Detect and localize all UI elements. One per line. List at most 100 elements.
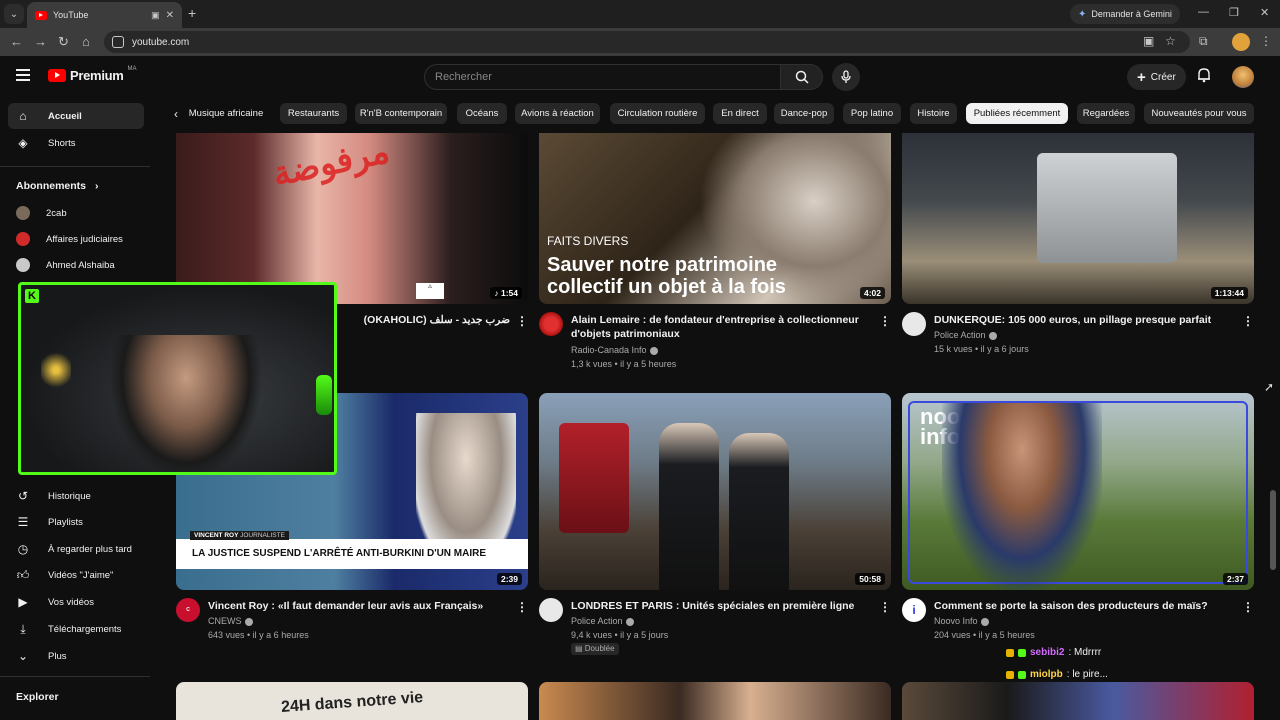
explore-header: Explorer: [16, 691, 59, 703]
notifications-bell-icon[interactable]: [1197, 67, 1211, 88]
thumbnail-officer: [729, 433, 789, 590]
video-duration: 4:02: [859, 287, 885, 299]
voice-search-button[interactable]: [832, 63, 860, 91]
sidebar-item-shorts[interactable]: ◈ Shorts: [8, 130, 144, 156]
youtube-favicon-icon: [35, 10, 47, 20]
browser-menu-icon[interactable]: ⋮: [1260, 34, 1272, 48]
channel-avatar: [16, 258, 30, 272]
channel-name[interactable]: Radio-Canada Info: [571, 343, 658, 357]
chip[interactable]: Avions à réaction: [515, 103, 600, 124]
sidebar-item-downloads[interactable]: ⤓ Téléchargements: [8, 616, 144, 642]
chip[interactable]: Nouveautés pour vous: [1144, 103, 1254, 124]
gemini-button[interactable]: ✦ Demander à Gemini: [1070, 4, 1180, 24]
menu-icon[interactable]: [16, 69, 30, 84]
video-title[interactable]: Comment se porte la saison des producteu…: [934, 599, 1234, 613]
banner-name: VINCENT ROY JOURNALISTE: [190, 531, 289, 540]
video-thumbnail[interactable]: FAITS DIVERS Sauver notre patrimoine col…: [539, 133, 891, 304]
chip[interactable]: Musique africaine: [184, 103, 268, 124]
video-thumbnail[interactable]: noovo info 2:37: [902, 393, 1254, 590]
channel-name[interactable]: CNEWS: [208, 614, 253, 628]
channel-avatar[interactable]: [539, 312, 563, 336]
video-thumbnail[interactable]: مرفوضة ⚠︎ ♪ 1:54: [176, 133, 528, 304]
video-thumbnail[interactable]: 50:58: [539, 393, 891, 590]
chip[interactable]: Océans: [457, 103, 507, 124]
new-tab-icon[interactable]: +: [188, 5, 196, 21]
sidebar-item-subscription[interactable]: Ahmed Alshaiba: [8, 252, 144, 278]
sidebar-item-home[interactable]: ⌂ Accueil: [8, 103, 144, 129]
sidebar-item-label: Vidéos "J'aime": [48, 569, 114, 581]
chip[interactable]: Dance-pop: [774, 103, 834, 124]
video-title[interactable]: (OKAHOLIC) ضرب جديد - سلف: [340, 313, 510, 327]
chip[interactable]: Pop latino: [843, 103, 901, 124]
media-icon[interactable]: ▣: [151, 10, 160, 21]
video-title[interactable]: LONDRES ET PARIS : Unités spéciales en p…: [571, 599, 871, 613]
chip[interactable]: Restaurants: [280, 103, 347, 124]
restore-icon[interactable]: ❐: [1229, 6, 1239, 19]
search-button[interactable]: [781, 64, 823, 90]
reload-icon[interactable]: ↻: [58, 34, 69, 50]
account-avatar[interactable]: [1232, 66, 1254, 88]
tab-search-button[interactable]: ⌄: [4, 4, 24, 24]
video-title[interactable]: DUNKERQUE: 105 000 euros, un pillage pre…: [934, 313, 1234, 327]
sidebar-item-more[interactable]: ⌄ Plus: [8, 643, 144, 669]
chip[interactable]: R'n'B contemporain: [355, 103, 447, 124]
address-bar[interactable]: youtube.com: [104, 31, 1190, 53]
minimize-icon[interactable]: —: [1198, 6, 1209, 18]
channel-avatar[interactable]: [902, 312, 926, 336]
subscriptions-header[interactable]: Abonnements ›: [16, 180, 98, 192]
gemini-label: Demander à Gemini: [1091, 9, 1172, 19]
extensions-icon[interactable]: ⧉: [1199, 34, 1208, 49]
video-thumbnail[interactable]: [902, 682, 1254, 720]
video-title[interactable]: Alain Lemaire : de fondateur d'entrepris…: [571, 313, 871, 341]
channel-avatar[interactable]: [539, 598, 563, 622]
sidebar-item-label: Accueil: [48, 110, 82, 122]
video-menu-icon[interactable]: ⋮: [1242, 600, 1254, 614]
chip[interactable]: Histoire: [910, 103, 957, 124]
chip-active[interactable]: Publiées récemment: [966, 103, 1068, 124]
chips-scroll-left-icon[interactable]: ‹: [174, 107, 178, 121]
channel-name[interactable]: Noovo Info: [934, 614, 989, 628]
youtube-premium-logo[interactable]: Premium MA: [48, 66, 137, 83]
chip[interactable]: En direct: [713, 103, 767, 124]
bookmark-star-icon[interactable]: ☆: [1165, 34, 1176, 48]
sidebar-item-subscription[interactable]: Affaires judiciaires: [8, 226, 144, 252]
channel-avatar[interactable]: C: [176, 598, 200, 622]
sidebar-item-watch-later[interactable]: ◷ À regarder plus tard: [8, 536, 144, 562]
install-app-icon[interactable]: ▣: [1143, 34, 1154, 48]
close-tab-icon[interactable]: ✕: [166, 10, 174, 21]
forward-icon[interactable]: →: [34, 34, 47, 49]
video-title[interactable]: Vincent Roy : «Il faut demander leur avi…: [208, 599, 508, 613]
channel-name[interactable]: Police Action: [571, 614, 634, 628]
chip[interactable]: Regardées: [1077, 103, 1135, 124]
chat-text: : le pire...: [1066, 669, 1108, 680]
video-thumbnail[interactable]: 1:13:44: [902, 133, 1254, 304]
video-menu-icon[interactable]: ⋮: [879, 314, 891, 328]
browser-tab[interactable]: YouTube ▣ ✕: [27, 2, 182, 28]
video-thumbnail[interactable]: 24H dans notre vie: [176, 682, 528, 720]
subscriber-badge-icon: [1018, 670, 1026, 679]
browser-profile-avatar[interactable]: [1232, 33, 1250, 51]
chip[interactable]: Circulation routière: [610, 103, 705, 124]
sidebar-item-liked-videos[interactable]: 👍︎ Vidéos "J'aime": [8, 562, 144, 588]
create-button[interactable]: + Créer: [1127, 64, 1186, 90]
back-icon[interactable]: ←: [10, 34, 23, 49]
video-menu-icon[interactable]: ⋮: [516, 600, 528, 614]
sidebar-item-playlists[interactable]: ☰ Playlists: [8, 509, 144, 535]
home-icon[interactable]: ⌂: [82, 34, 90, 49]
kick-logo-icon: K: [25, 289, 39, 303]
sidebar-item-your-videos[interactable]: ▶ Vos vidéos: [8, 589, 144, 615]
channel-name[interactable]: Police Action: [934, 328, 997, 342]
sidebar-item-history[interactable]: ↺ Historique: [8, 483, 144, 509]
video-thumbnail[interactable]: [539, 682, 891, 720]
close-window-icon[interactable]: ✕: [1260, 6, 1269, 19]
video-menu-icon[interactable]: ⋮: [879, 600, 891, 614]
search-input[interactable]: Rechercher: [424, 64, 781, 90]
sidebar-item-subscription[interactable]: 2cab: [8, 200, 144, 226]
page-scrollbar[interactable]: [1270, 490, 1276, 570]
browser-toolbar: ← → ↻ ⌂ youtube.com ▣ ☆ ⧉ ⋮: [0, 28, 1280, 56]
site-info-icon[interactable]: [112, 36, 124, 48]
channel-avatar[interactable]: i: [902, 598, 926, 622]
video-meta: 204 vues • il y a 5 heures: [934, 630, 1035, 640]
video-menu-icon[interactable]: ⋮: [516, 314, 528, 328]
video-menu-icon[interactable]: ⋮: [1242, 314, 1254, 328]
